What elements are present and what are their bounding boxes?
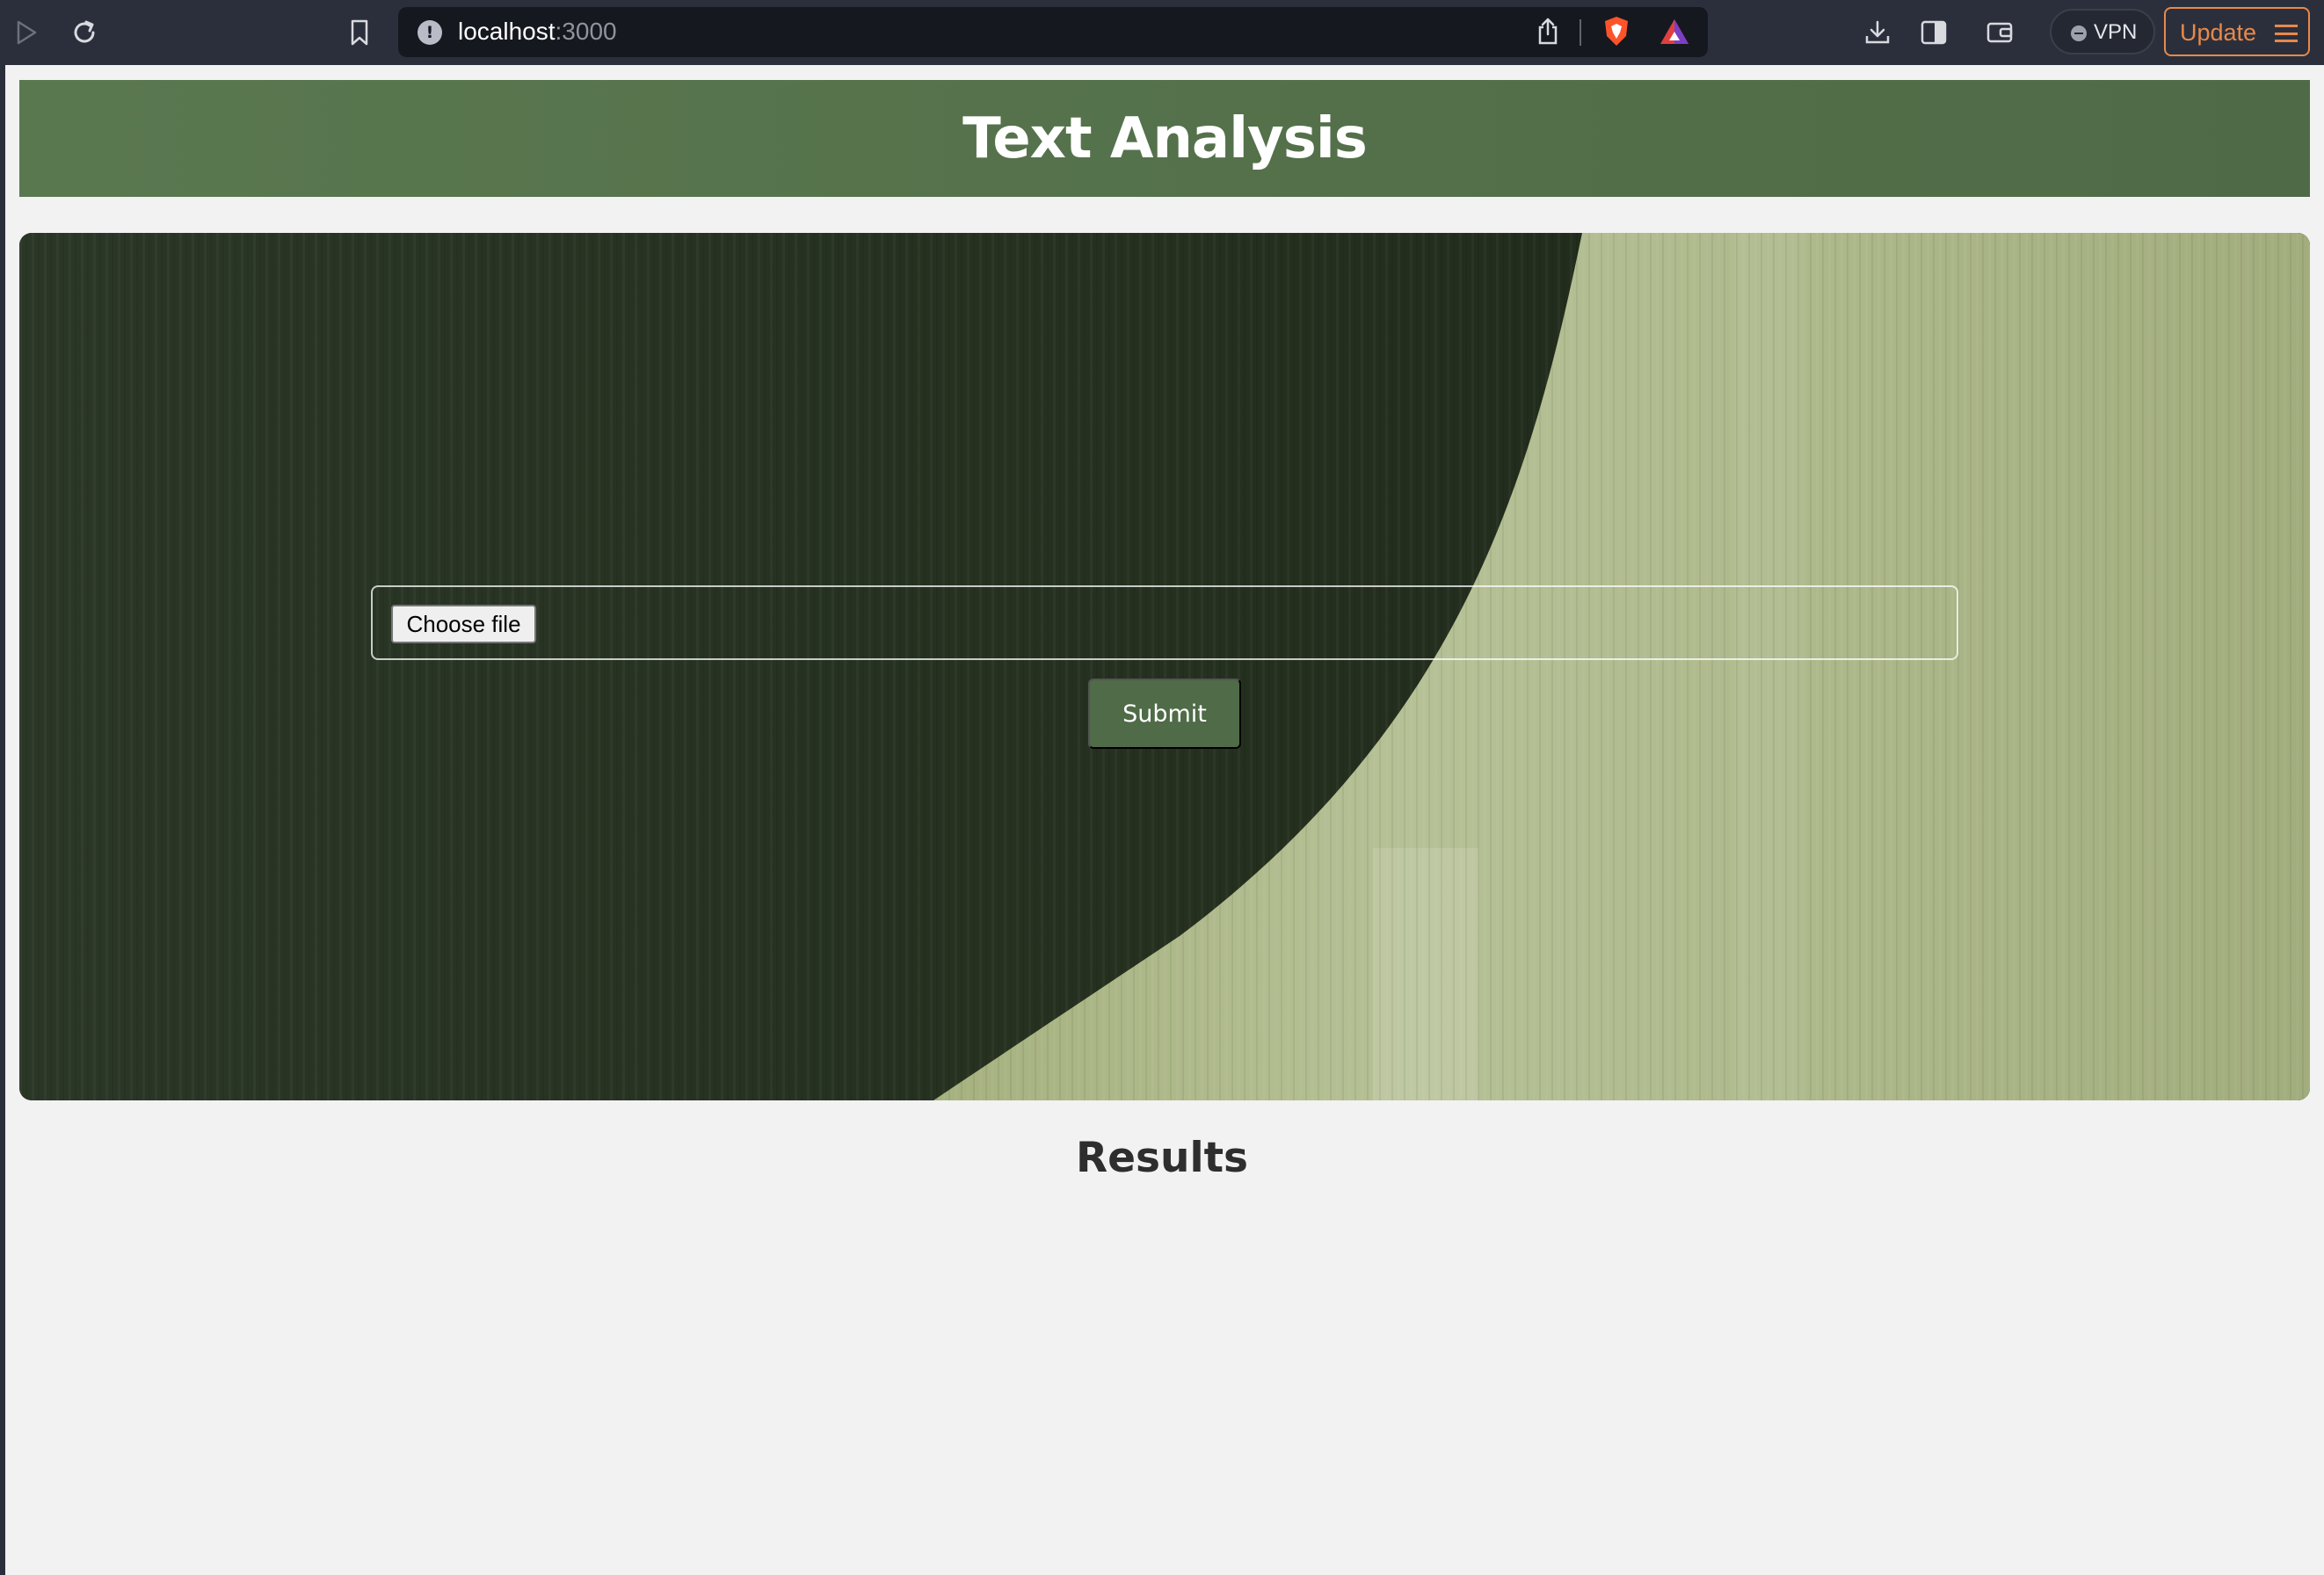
window-edge bbox=[0, 65, 5, 1575]
vpn-status-icon bbox=[2071, 25, 2087, 41]
bookmark-icon[interactable] bbox=[342, 15, 377, 50]
submit-button[interactable]: Submit bbox=[1088, 679, 1241, 749]
update-button[interactable]: Update bbox=[2164, 7, 2310, 56]
brave-shield-icon[interactable] bbox=[1599, 14, 1634, 49]
site-info-icon[interactable]: ! bbox=[418, 20, 442, 45]
play-icon[interactable] bbox=[9, 15, 44, 50]
download-icon[interactable] bbox=[1860, 15, 1895, 50]
reload-icon[interactable] bbox=[67, 15, 102, 50]
vpn-button[interactable]: VPN bbox=[2050, 9, 2155, 54]
url-separator bbox=[1580, 19, 1581, 46]
sidebar-icon[interactable] bbox=[1916, 15, 1951, 50]
file-upload-field[interactable]: Choose file bbox=[371, 585, 1958, 660]
brave-rewards-icon[interactable] bbox=[1657, 14, 1692, 49]
hero-banner: Choose file Submit bbox=[19, 233, 2310, 1100]
browser-toolbar: ! localhost:3000 VPN Update bbox=[0, 0, 2324, 65]
url-host: localhost bbox=[458, 18, 556, 45]
results-heading: Results bbox=[1075, 1134, 1249, 1182]
update-label: Update bbox=[2180, 19, 2257, 46]
choose-file-button[interactable]: Choose file bbox=[391, 605, 536, 643]
address-bar[interactable]: ! localhost:3000 bbox=[398, 7, 1708, 57]
share-icon[interactable] bbox=[1530, 14, 1565, 49]
url-text[interactable]: localhost:3000 bbox=[458, 18, 617, 46]
url-port: :3000 bbox=[555, 18, 617, 45]
page-title: Text Analysis bbox=[962, 105, 1368, 171]
page-header: Text Analysis bbox=[19, 80, 2310, 197]
menu-icon bbox=[2275, 25, 2298, 42]
vpn-label: VPN bbox=[2094, 20, 2138, 44]
wallet-icon[interactable] bbox=[1983, 15, 2018, 50]
hero-background-image bbox=[19, 233, 2310, 1100]
